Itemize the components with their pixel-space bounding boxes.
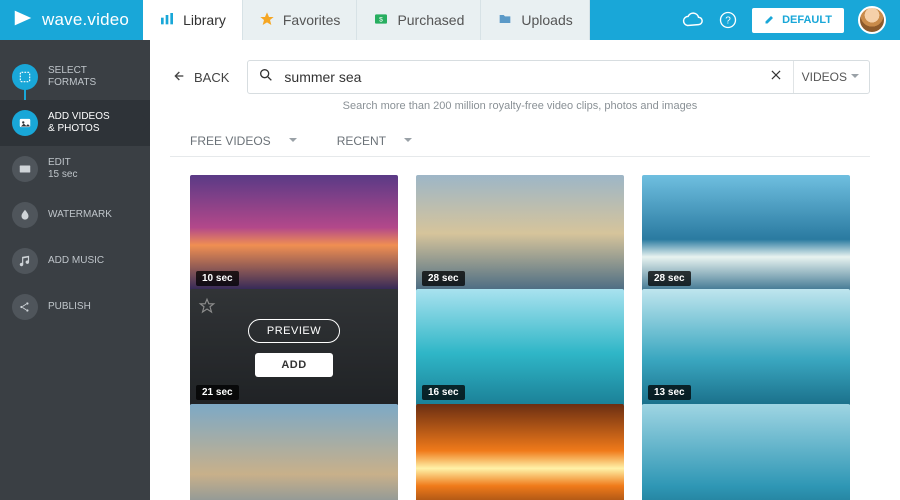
price-filter-dropdown[interactable]: FREE VIDEOS: [190, 134, 297, 148]
search-row: BACK VIDEOS: [170, 60, 870, 94]
tab-label: Library: [183, 12, 226, 28]
step-add-music[interactable]: ADD MUSIC: [0, 238, 150, 284]
share-icon: [12, 294, 38, 320]
watermark-icon: [12, 202, 38, 228]
chevron-down-icon: [289, 138, 297, 146]
help-icon[interactable]: ?: [718, 10, 738, 30]
step-label: SELECT FORMATS: [48, 65, 96, 90]
step-label: ADD MUSIC: [48, 255, 104, 268]
brand[interactable]: wave.video: [0, 0, 143, 40]
back-label: BACK: [194, 70, 229, 85]
result-thumb[interactable]: [190, 404, 398, 500]
tab-favorites[interactable]: Favorites: [243, 0, 358, 40]
svg-text:$: $: [380, 16, 384, 23]
filter-label: RECENT: [337, 134, 386, 148]
pencil-icon: [764, 13, 776, 28]
edit-icon: [12, 156, 38, 182]
step-label: ADD VIDEOS & PHOTOS: [48, 111, 110, 136]
search-input[interactable]: [284, 69, 758, 85]
add-button[interactable]: ADD: [255, 353, 332, 377]
duration-badge: 16 sec: [422, 385, 465, 400]
result-thumb[interactable]: 28 sec: [416, 175, 624, 292]
result-thumb[interactable]: [642, 404, 850, 500]
duration-badge: 28 sec: [422, 271, 465, 286]
top-tabs: Library Favorites $ Purchased Uploads: [143, 0, 590, 40]
search-box: VIDEOS: [247, 60, 870, 94]
result-thumb[interactable]: 16 sec: [416, 289, 624, 406]
preview-button[interactable]: PREVIEW: [248, 319, 340, 343]
cloud-icon[interactable]: [682, 9, 704, 31]
svg-text:?: ?: [725, 15, 731, 26]
tab-label: Favorites: [283, 12, 341, 28]
duration-badge: 10 sec: [196, 271, 239, 286]
wizard-sidebar: SELECT FORMATS ADD VIDEOS & PHOTOS EDIT …: [0, 40, 150, 500]
sort-dropdown[interactable]: RECENT: [337, 134, 412, 148]
result-thumb-hover[interactable]: PREVIEW ADD 21 sec: [190, 289, 398, 406]
chevron-down-icon: [851, 74, 859, 82]
step-publish[interactable]: PUBLISH: [0, 284, 150, 330]
media-type-dropdown[interactable]: VIDEOS: [793, 61, 859, 93]
step-add-media[interactable]: ADD VIDEOS & PHOTOS: [0, 100, 150, 146]
step-label: PUBLISH: [48, 301, 91, 314]
step-label: WATERMARK: [48, 209, 112, 222]
arrow-left-icon: [170, 68, 186, 87]
tab-library[interactable]: Library: [143, 0, 243, 40]
uploads-icon: [497, 11, 513, 30]
step-label: EDIT 15 sec: [48, 157, 77, 182]
clear-search-button[interactable]: [769, 68, 783, 86]
brand-icon: [12, 7, 34, 34]
format-default-button[interactable]: DEFAULT: [752, 8, 844, 33]
default-label: DEFAULT: [782, 14, 832, 26]
step-select-formats[interactable]: SELECT FORMATS: [0, 54, 150, 100]
search-icon: [258, 67, 274, 88]
duration-badge: 28 sec: [648, 271, 691, 286]
results-grid: 10 sec 28 sec 28 sec PREVIEW ADD 21 sec: [170, 157, 870, 500]
type-label: VIDEOS: [802, 70, 847, 84]
filter-bar: FREE VIDEOS RECENT: [170, 120, 870, 157]
main-content: BACK VIDEOS Search more than 200 million…: [150, 40, 900, 500]
duration-badge: 13 sec: [648, 385, 691, 400]
result-thumb[interactable]: 28 sec: [642, 175, 850, 292]
result-thumb[interactable]: 10 sec: [190, 175, 398, 292]
top-right: ? DEFAULT: [668, 0, 900, 40]
result-thumb[interactable]: [416, 404, 624, 500]
duration-badge: 21 sec: [196, 385, 239, 400]
star-icon: [259, 11, 275, 30]
body: SELECT FORMATS ADD VIDEOS & PHOTOS EDIT …: [0, 40, 900, 500]
library-icon: [159, 11, 175, 30]
media-icon: [12, 110, 38, 136]
formats-icon: [12, 64, 38, 90]
brand-name: wave.video: [42, 10, 129, 30]
result-thumb[interactable]: 13 sec: [642, 289, 850, 406]
search-hint: Search more than 200 million royalty-fre…: [170, 100, 870, 112]
chevron-down-icon: [404, 138, 412, 146]
tab-label: Uploads: [521, 12, 572, 28]
music-icon: [12, 248, 38, 274]
tab-purchased[interactable]: $ Purchased: [357, 0, 481, 40]
filter-label: FREE VIDEOS: [190, 134, 271, 148]
step-watermark[interactable]: WATERMARK: [0, 192, 150, 238]
tab-uploads[interactable]: Uploads: [481, 0, 589, 40]
back-button[interactable]: BACK: [170, 68, 229, 87]
user-avatar[interactable]: [858, 6, 886, 34]
tab-label: Purchased: [397, 12, 464, 28]
step-edit[interactable]: EDIT 15 sec: [0, 146, 150, 192]
top-bar: wave.video Library Favorites $ Purchased…: [0, 0, 900, 40]
purchased-icon: $: [373, 11, 389, 30]
